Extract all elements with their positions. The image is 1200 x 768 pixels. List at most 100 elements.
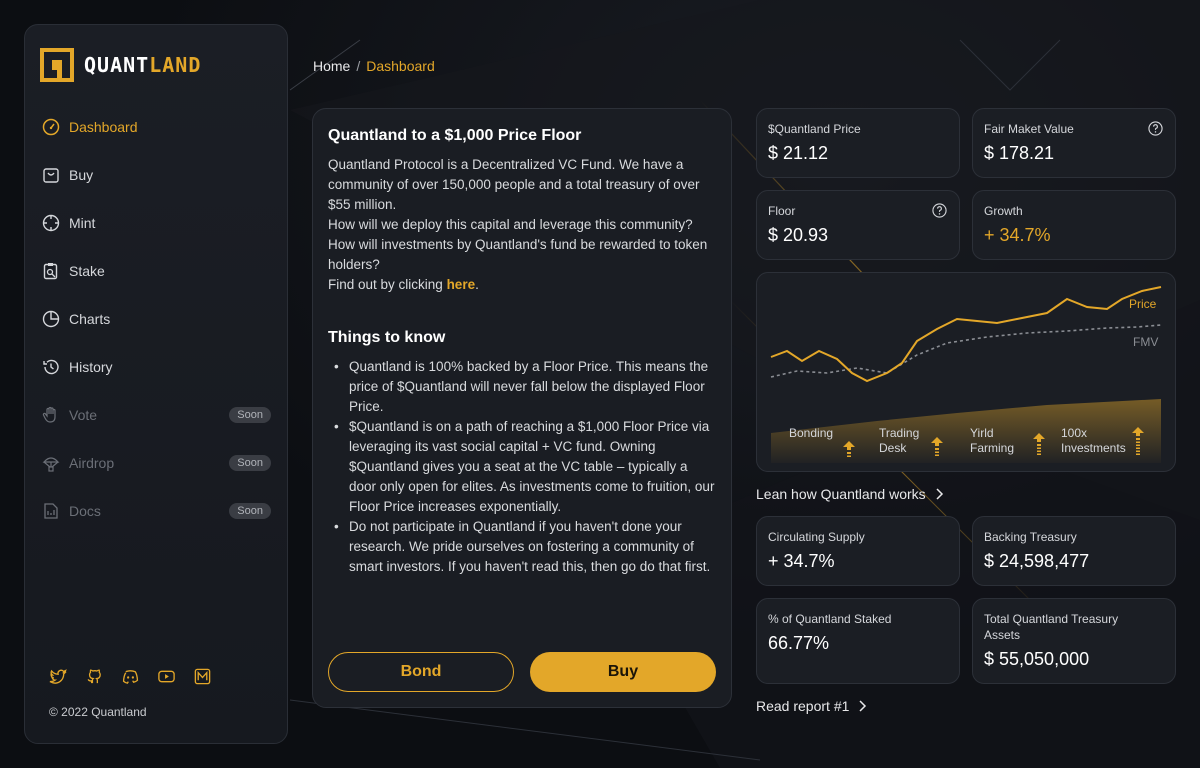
learn-how-link[interactable]: Lean how Quantland works	[756, 486, 944, 502]
intro-paragraph-1: Quantland Protocol is a Decentralized VC…	[328, 157, 700, 212]
stat-card-backing-treasury: Backing Treasury $ 24,598,477	[972, 516, 1176, 586]
hand-icon	[41, 405, 61, 425]
intro-paragraph-2: How will we deploy this capital and leve…	[328, 217, 708, 272]
stat-value: $ 178.21	[984, 143, 1055, 163]
stat-value: $ 21.12	[768, 143, 829, 163]
sidebar-item-buy[interactable]: Buy	[25, 151, 287, 199]
sidebar-nav: Dashboard Buy Mint Stake Charts History …	[25, 103, 287, 535]
sidebar-item-label: Stake	[69, 263, 105, 279]
shopping-bag-icon	[41, 165, 61, 185]
stat-card-circulating-supply: Circulating Supply + 34.7%	[756, 516, 960, 586]
document-icon	[41, 501, 61, 521]
stat-value: 66.77%	[768, 633, 830, 653]
stat-card-fmv: Fair Maket Value $ 178.21	[972, 108, 1176, 178]
sidebar-item-vote[interactable]: Vote Soon	[25, 391, 287, 439]
sidebar-item-label: Vote	[69, 407, 98, 423]
sidebar-item-stake[interactable]: Stake	[25, 247, 287, 295]
sidebar-item-history[interactable]: History	[25, 343, 287, 391]
info-card: Quantland to a $1,000 Price Floor Quantl…	[312, 108, 732, 708]
soon-badge: Soon	[229, 407, 271, 423]
stage-yield-farming: Yirld Farming	[970, 426, 1015, 455]
sidebar-item-label: Airdrop	[69, 455, 115, 471]
help-icon[interactable]	[1148, 121, 1163, 136]
sidebar-item-mint[interactable]: Mint	[25, 199, 287, 247]
sidebar-item-label: Charts	[69, 311, 111, 327]
pie-chart-icon	[41, 309, 61, 329]
discord-icon[interactable]	[121, 667, 140, 686]
stat-label: Growth	[984, 204, 1023, 218]
sidebar-item-dashboard[interactable]: Dashboard	[25, 103, 287, 151]
stat-label: Floor	[768, 204, 796, 218]
up-arrow-icon	[843, 441, 855, 457]
intro-paragraph-3: Find out by clicking here.	[328, 277, 479, 292]
learn-how-label: Lean how Quantland works	[756, 486, 926, 502]
price-legend: Price	[1129, 297, 1157, 311]
github-icon[interactable]	[85, 667, 104, 686]
fmv-legend: FMV	[1133, 335, 1159, 349]
stat-label: Backing Treasury	[984, 530, 1077, 544]
stat-value: $ 55,050,000	[984, 649, 1090, 669]
sidebar-item-airdrop[interactable]: Airdrop Soon	[25, 439, 287, 487]
fmv-line	[770, 324, 1162, 378]
breadcrumb: Home / Dashboard	[313, 58, 435, 74]
stat-label: $Quantland Price	[768, 122, 861, 136]
roadmap-chart: Price FMV Bonding Trading Desk Yirld Farmi…	[756, 272, 1176, 472]
history-icon	[41, 357, 61, 377]
sidebar-item-label: Docs	[69, 503, 101, 519]
stat-label: % of Quantland Staked	[768, 612, 892, 626]
stage-100x-investments: 100x Investments	[1061, 426, 1126, 455]
bond-button[interactable]: Bond	[328, 652, 514, 692]
price-line	[770, 286, 1162, 383]
soon-badge: Soon	[229, 455, 271, 471]
stat-value: + 34.7%	[768, 551, 835, 571]
sidebar-item-charts[interactable]: Charts	[25, 295, 287, 343]
list-item: Quantland is 100% backed by a Floor Pric…	[334, 357, 716, 417]
social-links	[49, 667, 212, 686]
stat-card-growth: Growth + 34.7%	[972, 190, 1176, 260]
stat-value: $ 20.93	[768, 225, 829, 245]
clipboard-search-icon	[41, 261, 61, 281]
sidebar-item-docs[interactable]: Docs Soon	[25, 487, 287, 535]
stat-card-staked: % of Quantland Staked 66.77%	[756, 598, 960, 684]
breadcrumb-separator: /	[356, 58, 361, 74]
stat-card-floor: Floor $ 20.93	[756, 190, 960, 260]
brand-logo[interactable]: QUANTLAND	[40, 48, 201, 82]
stage-trading-desk: Trading Desk	[879, 426, 920, 455]
read-report-label: Read report #1	[756, 698, 850, 714]
copyright: © 2022 Quantland	[49, 705, 147, 719]
up-arrow-icon	[1132, 427, 1144, 455]
stage-bonding: Bonding	[789, 426, 834, 440]
help-icon[interactable]	[932, 203, 947, 218]
youtube-icon[interactable]	[157, 667, 176, 686]
quantland-logo-icon	[40, 48, 74, 82]
soon-badge: Soon	[229, 503, 271, 519]
list-item: $Quantland is on a path of reaching a $1…	[334, 417, 716, 517]
buy-button[interactable]: Buy	[530, 652, 716, 692]
gauge-icon	[41, 117, 61, 137]
sidebar-item-label: Dashboard	[69, 119, 138, 135]
read-report-link[interactable]: Read report #1	[756, 698, 867, 714]
medium-icon[interactable]	[193, 667, 212, 686]
up-arrow-icon	[1033, 433, 1045, 455]
up-arrow-icon	[931, 437, 943, 456]
sidebar: QUANTLAND Dashboard Buy Mint Stake Chart…	[24, 24, 288, 744]
breadcrumb-current: Dashboard	[366, 58, 435, 74]
list-item: Do not participate in Quantland if you h…	[334, 517, 716, 577]
stat-value: + 34.7%	[984, 225, 1051, 245]
stat-card-price: $Quantland Price $ 21.12	[756, 108, 960, 178]
things-to-know-list: Quantland is 100% backed by a Floor Pric…	[328, 357, 716, 577]
stat-card-treasury-assets: Total Quantland Treasury Assets $ 55,050…	[972, 598, 1176, 684]
twitter-icon[interactable]	[49, 667, 68, 686]
card-actions: Bond Buy	[328, 652, 716, 692]
crosshair-icon	[41, 213, 61, 233]
chevron-right-icon	[936, 488, 943, 500]
sidebar-item-label: History	[69, 359, 113, 375]
card-title: Quantland to a $1,000 Price Floor	[328, 127, 582, 144]
breadcrumb-home[interactable]: Home	[313, 58, 350, 74]
section-title: Things to know	[328, 329, 446, 346]
here-link[interactable]: here	[447, 277, 476, 292]
stat-value: $ 24,598,477	[984, 551, 1090, 571]
brand-name: QUANTLAND	[84, 53, 202, 77]
parachute-icon	[41, 453, 61, 473]
stat-label: Total Quantland Treasury Assets	[984, 612, 1119, 642]
